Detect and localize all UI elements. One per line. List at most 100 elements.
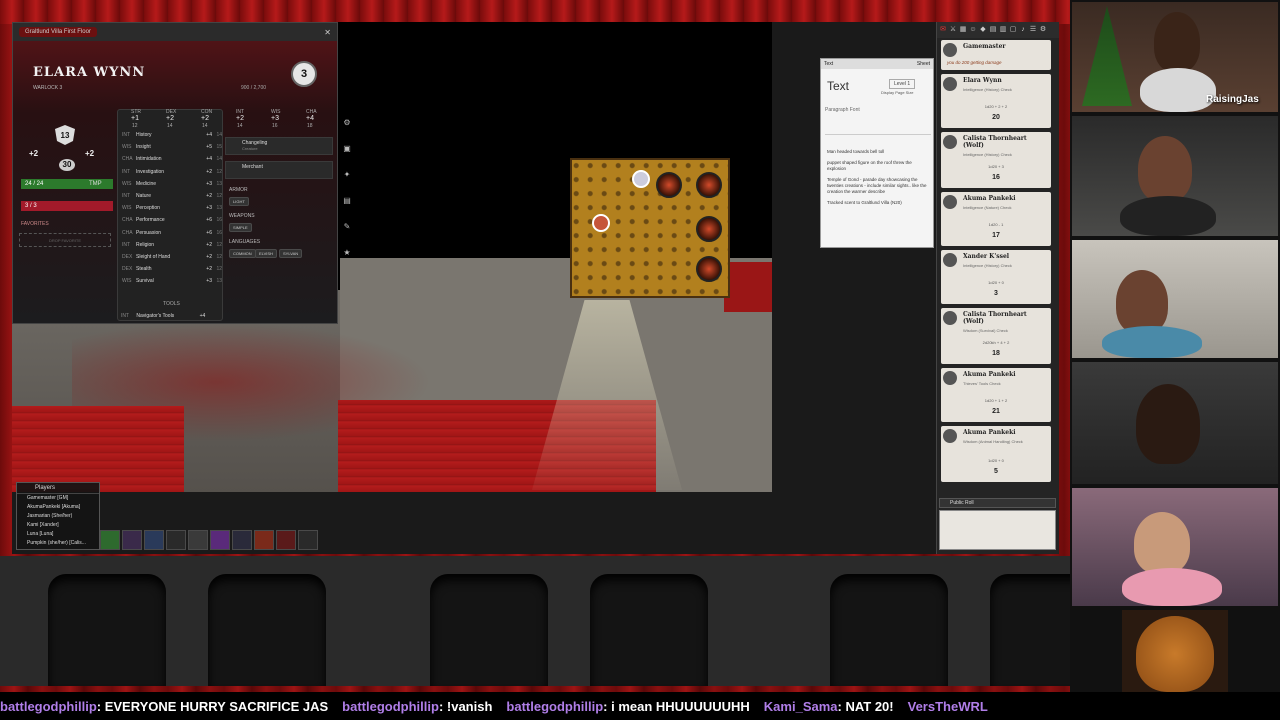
skill-row[interactable]: CHA Intimidation +4 14 <box>122 156 222 166</box>
tool-row[interactable]: INT Navigator's Tools +4 <box>121 313 205 319</box>
chat-message[interactable]: Calista Thornheart (Wolf) Wisdom (Surviva… <box>941 308 1051 364</box>
hotbar-slot[interactable] <box>232 530 252 550</box>
language-pill: SYLVAN <box>279 249 303 258</box>
roll-total[interactable]: 17 <box>941 232 1051 239</box>
player-entry[interactable]: Luna [Luna] <box>17 530 99 539</box>
roll-total[interactable]: 21 <box>941 408 1051 415</box>
journal-tab-icon[interactable]: ▤ <box>989 26 997 34</box>
enemy-token[interactable] <box>696 216 722 242</box>
feature-changeling[interactable]: Changeling Creature <box>225 137 333 155</box>
feature-merchant[interactable]: Merchant <box>225 161 333 179</box>
player-entry[interactable]: Kami [Xander] <box>17 521 99 530</box>
chat-message[interactable]: Gamemaster you do 200 getting damage <box>941 40 1051 70</box>
heading-level-select[interactable]: Level 1 <box>889 79 916 89</box>
skill-row[interactable]: WIS Perception +3 13 <box>122 205 222 215</box>
items-tab-icon[interactable]: ◆ <box>979 26 987 34</box>
editor-body[interactable]: Man headed towards bell toll puppet shap… <box>827 149 931 211</box>
ability-mod[interactable]: +2 <box>236 115 244 122</box>
ability-mod[interactable]: +4 <box>306 115 314 122</box>
hotbar-slot[interactable] <box>254 530 274 550</box>
roll-mode-select[interactable]: Public Roll <box>939 498 1056 508</box>
initiative-value[interactable]: +2 <box>29 149 38 158</box>
roll-formula[interactable]: 1d20 - 1 <box>941 222 1051 227</box>
skill-name: Investigation <box>136 168 165 175</box>
player-entry[interactable]: Pumpkin (she/her) [Calis... <box>17 539 99 548</box>
roll-formula[interactable]: 1d20 + 3 <box>941 164 1051 169</box>
tables-tab-icon[interactable]: ▥ <box>999 26 1007 34</box>
skill-row[interactable]: CHA Persuasion +6 16 <box>122 230 222 240</box>
editor-toolbar[interactable]: Paragraph Font <box>825 107 931 135</box>
pencil-icon[interactable]: ✎ <box>342 222 352 232</box>
star-icon[interactable]: ★ <box>342 248 352 258</box>
players-heading[interactable]: Players <box>17 483 99 494</box>
roll-total[interactable]: 5 <box>941 468 1051 475</box>
backpack-icon[interactable]: ▣ <box>342 144 352 154</box>
temp-hp-label[interactable]: TMP <box>89 179 102 189</box>
roll-formula[interactable]: 1d20 + 2 + 2 <box>941 104 1051 109</box>
roll-formula[interactable]: 1d20 + 0 <box>941 458 1051 463</box>
roll-formula[interactable]: 2d20kh + 4 + 2 <box>941 340 1051 345</box>
enemy-token[interactable] <box>656 172 682 198</box>
playlists-tab-icon[interactable]: ♪ <box>1019 26 1027 34</box>
skill-row[interactable]: DEX Sleight of Hand +2 12 <box>122 254 222 264</box>
chat-message[interactable]: Akuma Pankeki Wisdom (Animal Handling) Ch… <box>941 426 1051 482</box>
hit-dice-bar[interactable]: 3 / 3 <box>21 201 113 211</box>
drop-favorite-zone[interactable]: DROP FAVORITE <box>19 233 111 247</box>
skill-row[interactable]: INT Religion +2 12 <box>122 242 222 252</box>
ability-mod[interactable]: +3 <box>271 115 279 122</box>
chat-input[interactable] <box>939 510 1056 550</box>
hotbar-slot[interactable] <box>100 530 120 550</box>
roll-total[interactable]: 20 <box>941 114 1051 121</box>
enemy-token[interactable] <box>696 256 722 282</box>
hotbar-slot[interactable] <box>166 530 186 550</box>
combat-tab-icon[interactable]: ⚔ <box>949 26 957 34</box>
settings-tab-icon[interactable]: ⚙ <box>1039 26 1047 34</box>
ability-mod[interactable]: +1 <box>131 115 139 122</box>
roll-formula[interactable]: 1d20 + 0 <box>941 280 1051 285</box>
roll-formula[interactable]: 1d20 + 1 + 2 <box>941 398 1051 403</box>
chat-message[interactable]: Akuma Pankeki Thieves' Tools Check 1d20 + … <box>941 368 1051 422</box>
skill-row[interactable]: CHA Performance +6 16 <box>122 217 222 227</box>
editor-title-field[interactable]: Text <box>827 79 849 93</box>
scenes-tab-icon[interactable]: ▦ <box>959 26 967 34</box>
hotbar-slot[interactable] <box>276 530 296 550</box>
skill-row[interactable]: INT Investigation +2 12 <box>122 169 222 179</box>
ability-mod[interactable]: +2 <box>201 115 209 122</box>
skill-row[interactable]: DEX Stealth +2 12 <box>122 266 222 276</box>
chat-tab-icon[interactable]: ✉ <box>939 26 947 34</box>
gear-icon[interactable]: ⚙ <box>342 118 352 128</box>
skill-row[interactable]: WIS Insight +5 15 <box>122 144 222 154</box>
skill-row[interactable]: WIS Medicine +3 13 <box>122 181 222 191</box>
roll-total[interactable]: 16 <box>941 174 1051 181</box>
chat-message[interactable]: Akuma Pankeki Intelligence (Nature) Check… <box>941 192 1051 246</box>
actors-tab-icon[interactable]: ☺ <box>969 26 977 34</box>
cards-tab-icon[interactable]: ▢ <box>1009 26 1017 34</box>
enemy-token[interactable] <box>696 172 722 198</box>
hotbar-slot[interactable] <box>144 530 164 550</box>
page-size-toggle[interactable]: Display Page Size <box>881 90 913 95</box>
compendium-tab-icon[interactable]: ☰ <box>1029 26 1037 34</box>
roll-total[interactable]: 18 <box>941 350 1051 357</box>
player-token[interactable] <box>632 170 650 188</box>
close-icon[interactable]: ✕ <box>324 28 331 37</box>
hotbar-slot[interactable] <box>210 530 230 550</box>
scene-tab[interactable]: Graltlund Villa First Floor <box>19 27 97 37</box>
chat-message[interactable]: Elara Wynn Intelligence (History) Check 1d… <box>941 74 1051 128</box>
spellbook-icon[interactable]: ✦ <box>342 170 352 180</box>
skill-row[interactable]: WIS Survival +3 13 <box>122 278 222 288</box>
skill-row[interactable]: INT History +4 14 <box>122 132 222 142</box>
sheet-button[interactable]: Sheet <box>917 61 930 67</box>
roll-total[interactable]: 3 <box>941 290 1051 297</box>
ability-mod[interactable]: +2 <box>166 115 174 122</box>
player-entry[interactable]: Gamemaster [GM] <box>17 494 99 503</box>
player-entry[interactable]: AkumaPankeki [Akuma] <box>17 503 99 512</box>
player-entry[interactable]: Jasmarian (She/her) <box>17 512 99 521</box>
chat-message[interactable]: Calista Thornheart (Wolf) Intelligence (H… <box>941 132 1051 188</box>
player-token[interactable] <box>592 214 610 232</box>
hotbar-slot[interactable] <box>188 530 208 550</box>
journal-icon[interactable]: ▤ <box>342 196 352 206</box>
hotbar-slot[interactable] <box>298 530 318 550</box>
chat-message[interactable]: Xander K'ssel Intelligence (History) Chec… <box>941 250 1051 304</box>
hotbar-slot[interactable] <box>122 530 142 550</box>
skill-row[interactable]: INT Nature +2 12 <box>122 193 222 203</box>
